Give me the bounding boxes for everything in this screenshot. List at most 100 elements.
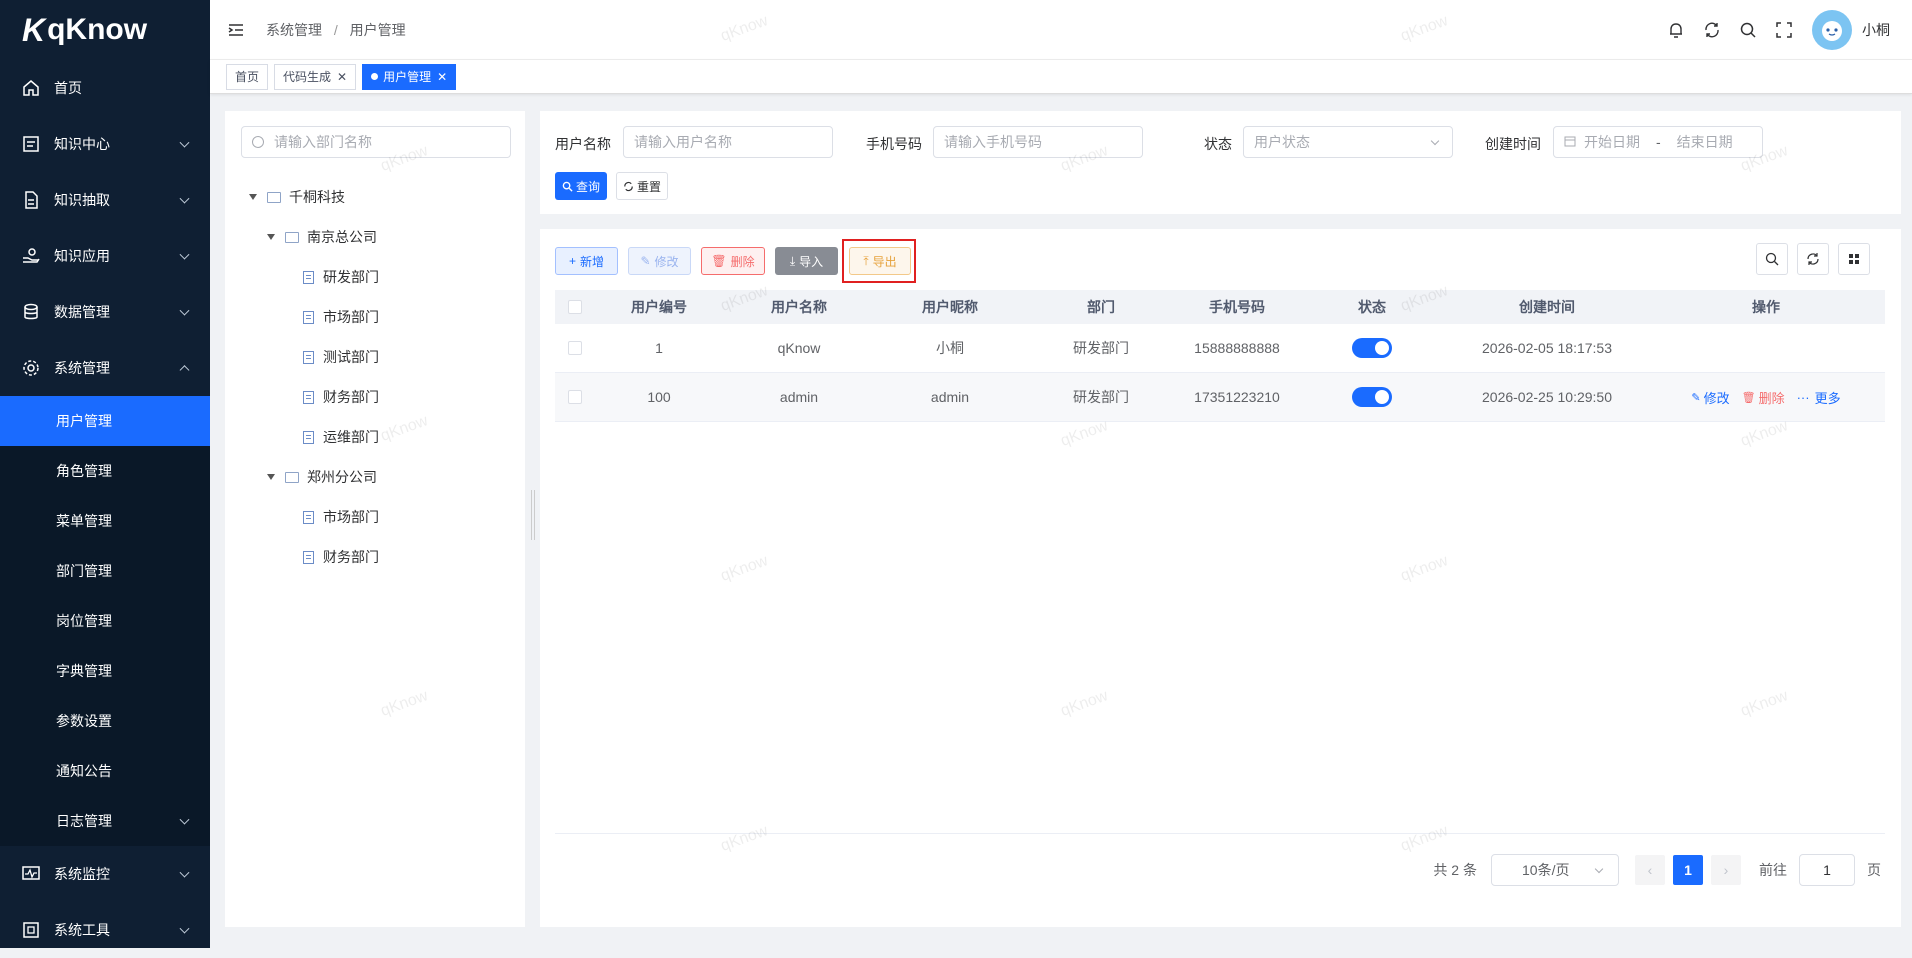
- tree-node-leaf[interactable]: 财务部门: [303, 385, 379, 409]
- tab-label: 首页: [235, 70, 260, 84]
- sidebar-item-label: 部门管理: [56, 563, 112, 579]
- sidebar-item-role-management[interactable]: 角色管理: [0, 446, 210, 496]
- tree-node-label: 财务部门: [323, 549, 379, 565]
- cell-status: [1297, 387, 1447, 407]
- select-all-checkbox[interactable]: [568, 300, 582, 314]
- sidebar-item-notice[interactable]: 通知公告: [0, 746, 210, 796]
- tree-node-root[interactable]: 千桐科技: [249, 185, 345, 209]
- sidebar-item-log-management[interactable]: 日志管理: [0, 796, 210, 846]
- toggle-search-button[interactable]: [1756, 243, 1788, 275]
- row-checkbox[interactable]: [568, 341, 582, 355]
- link-label: 删除: [1758, 390, 1785, 406]
- avatar[interactable]: [1812, 10, 1852, 50]
- sidebar-item-menu-management[interactable]: 菜单管理: [0, 496, 210, 546]
- row-checkbox[interactable]: [568, 390, 582, 404]
- next-page-button[interactable]: ›: [1711, 855, 1741, 885]
- tree-node-label: 研发部门: [323, 269, 379, 285]
- sidebar-item-label: 角色管理: [56, 463, 112, 479]
- table-row[interactable]: 1 qKnow 小桐 研发部门 15888888888 2026-02-05 1…: [555, 324, 1885, 373]
- sidebar-item-knowledge-extraction[interactable]: 知识抽取: [0, 172, 210, 228]
- sidebar-item-home[interactable]: 首页: [0, 60, 210, 116]
- refresh-icon: [1807, 253, 1819, 265]
- column-settings-button[interactable]: [1838, 243, 1870, 275]
- sidebar-item-system-tools[interactable]: 系统工具: [0, 902, 210, 958]
- table-row[interactable]: 100 admin admin 研发部门 17351223210 2026-02…: [555, 373, 1885, 422]
- export-highlight-box: [842, 239, 916, 283]
- tab-home[interactable]: 首页: [226, 63, 269, 90]
- sidebar-item-user-management[interactable]: 用户管理: [0, 396, 210, 446]
- tree-node-leaf[interactable]: 市场部门: [303, 505, 379, 529]
- monitor-icon: [20, 863, 42, 885]
- table-bottom-divider: [555, 833, 1885, 834]
- column-header: 用户昵称: [922, 299, 978, 315]
- tab-label: 代码生成: [283, 70, 332, 84]
- caret-down-icon[interactable]: [267, 234, 275, 240]
- row-delete-link[interactable]: 🗑 删除: [1742, 388, 1785, 407]
- search-icon[interactable]: [1738, 20, 1758, 40]
- sidebar-item-post-management[interactable]: 岗位管理: [0, 596, 210, 646]
- sidebar-item-data-management[interactable]: 数据管理: [0, 284, 210, 340]
- dept-search-input[interactable]: 请输入部门名称: [241, 126, 511, 158]
- chevron-down-icon: [1430, 136, 1440, 146]
- goto-page-input[interactable]: 1: [1799, 854, 1855, 886]
- sidebar-item-knowledge-application[interactable]: 知识应用: [0, 228, 210, 284]
- prev-page-button[interactable]: ‹: [1635, 855, 1665, 885]
- table-header: 用户编号 用户名称 用户昵称 部门 手机号码 状态 创建时间 操作: [555, 290, 1885, 324]
- phone-label: 手机号码: [866, 136, 922, 152]
- reset-button[interactable]: 重置: [616, 172, 668, 200]
- delete-user-button[interactable]: 🗑 删除: [701, 247, 765, 275]
- search-button[interactable]: 查询: [555, 172, 607, 200]
- tree-node-leaf[interactable]: 研发部门: [303, 265, 379, 289]
- bell-icon[interactable]: [1666, 20, 1686, 40]
- breadcrumb-current: 用户管理: [349, 21, 406, 38]
- sidebar-item-system-monitor[interactable]: 系统监控: [0, 846, 210, 902]
- refresh-table-button[interactable]: [1797, 243, 1829, 275]
- chevron-down-icon: [179, 867, 190, 878]
- sidebar-item-dict-management[interactable]: 字典管理: [0, 646, 210, 696]
- caret-down-icon[interactable]: [267, 474, 275, 480]
- cell-created-time: 2026-02-05 18:17:53: [1482, 340, 1612, 356]
- tree-node-leaf[interactable]: 测试部门: [303, 345, 379, 369]
- caret-down-icon[interactable]: [249, 194, 257, 200]
- chevron-left-icon: ‹: [1647, 862, 1653, 878]
- phone-input[interactable]: 请输入手机号码: [933, 126, 1143, 158]
- close-icon[interactable]: ✕: [437, 70, 447, 84]
- tools-icon: [20, 919, 42, 941]
- status-toggle[interactable]: [1352, 387, 1392, 407]
- tab-user-management[interactable]: 用户管理 ✕: [362, 63, 457, 90]
- sidebar-item-knowledge-center[interactable]: 知识中心: [0, 116, 210, 172]
- close-icon[interactable]: ✕: [337, 70, 347, 84]
- cell-dept: 研发部门: [1073, 389, 1129, 405]
- system-submenu: 用户管理 角色管理 菜单管理 部门管理 岗位管理 字典管理 参数设置 通知公告 …: [0, 396, 210, 846]
- row-more-link[interactable]: ··· 更多: [1797, 388, 1841, 407]
- panel-resize-handle[interactable]: [531, 490, 535, 540]
- edit-user-button[interactable]: ✎ 修改: [628, 247, 691, 275]
- menu-toggle-icon[interactable]: [226, 20, 246, 40]
- status-label: 状态: [1204, 136, 1232, 152]
- sidebar-item-system-management[interactable]: 系统管理: [0, 340, 210, 396]
- button-label: 删除: [730, 254, 755, 269]
- username[interactable]: 小桐: [1862, 20, 1890, 40]
- sidebar-item-param-settings[interactable]: 参数设置: [0, 696, 210, 746]
- tree-node-leaf[interactable]: 财务部门: [303, 545, 379, 569]
- sidebar-item-dept-management[interactable]: 部门管理: [0, 546, 210, 596]
- fullscreen-icon[interactable]: [1774, 20, 1794, 40]
- status-toggle[interactable]: [1352, 338, 1392, 358]
- app-logo[interactable]: K qKnow: [0, 0, 210, 60]
- row-select-cell: [555, 390, 595, 404]
- tree-node-group[interactable]: 南京总公司: [267, 225, 377, 249]
- import-button[interactable]: ⤓ 导入: [775, 247, 838, 275]
- page-number-current[interactable]: 1: [1673, 855, 1703, 885]
- tree-node-leaf[interactable]: 市场部门: [303, 305, 379, 329]
- breadcrumb-item[interactable]: 系统管理: [266, 22, 322, 38]
- tab-code-gen[interactable]: 代码生成 ✕: [274, 63, 357, 90]
- date-range-picker[interactable]: 开始日期 - 结束日期: [1553, 126, 1763, 158]
- page-size-select[interactable]: 10条/页: [1491, 854, 1619, 886]
- tree-node-leaf[interactable]: 运维部门: [303, 425, 379, 449]
- status-select[interactable]: 用户状态: [1243, 126, 1453, 158]
- refresh-icon[interactable]: [1702, 20, 1722, 40]
- add-user-button[interactable]: + 新增: [555, 247, 618, 275]
- tree-node-group[interactable]: 郑州分公司: [267, 465, 377, 489]
- row-edit-link[interactable]: ✎ 修改: [1691, 388, 1729, 407]
- username-input[interactable]: 请输入用户名称: [623, 126, 833, 158]
